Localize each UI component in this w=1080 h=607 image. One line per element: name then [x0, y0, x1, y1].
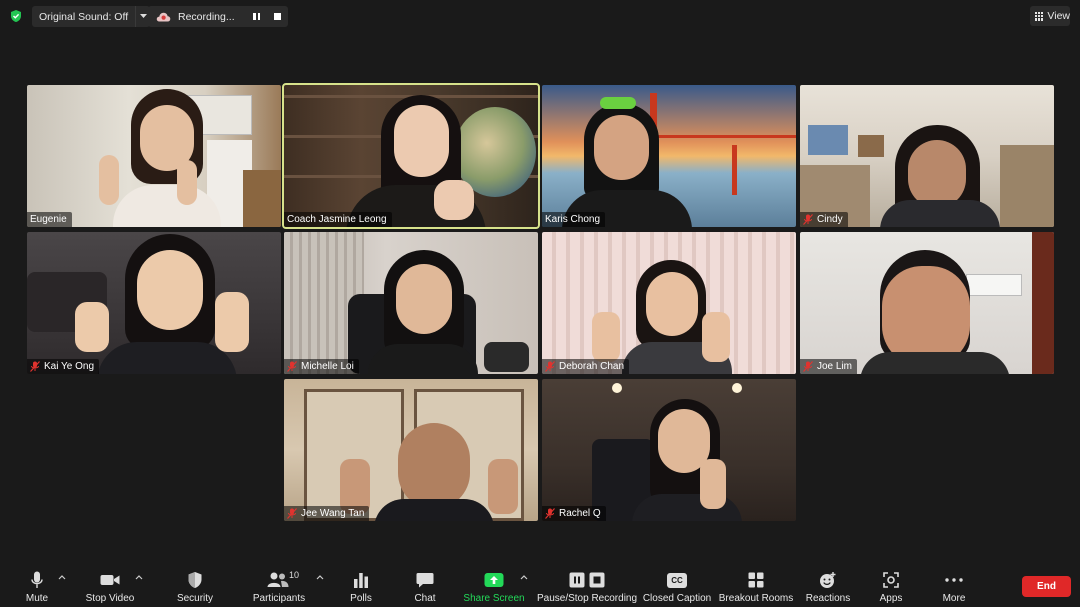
muted-mic-icon — [803, 214, 813, 225]
participant-name-tag: Jee Wang Tan — [284, 506, 370, 521]
smiley-icon — [820, 572, 836, 588]
video-camera-icon — [100, 575, 120, 585]
share-screen-button[interactable]: Share Screen — [463, 560, 525, 607]
pause-stop-recording-button[interactable]: Pause/Stop Recording — [537, 560, 637, 607]
video-tile[interactable]: Michelle Loi — [284, 232, 538, 374]
video-tile[interactable]: Karis Chong — [542, 85, 796, 227]
muted-mic-icon — [30, 361, 40, 372]
chevron-up-icon[interactable] — [520, 574, 528, 580]
participant-name-tag: Michelle Loi — [284, 359, 359, 374]
video-tile[interactable]: Cindy — [800, 85, 1054, 227]
shield-icon — [188, 572, 202, 588]
original-sound-button[interactable]: Original Sound: Off — [32, 6, 151, 27]
original-sound-label: Original Sound: Off — [39, 10, 129, 23]
video-tile-active-speaker[interactable]: Coach Jasmine Leong — [282, 83, 540, 229]
video-tile[interactable]: Jee Wang Tan — [284, 379, 538, 521]
video-tile[interactable]: Deborah Chan — [542, 232, 796, 374]
stop-video-button[interactable]: Stop Video — [84, 560, 136, 607]
shield-icon[interactable] — [9, 9, 23, 23]
participant-name-tag: Deborah Chan — [542, 359, 630, 374]
muted-mic-icon — [803, 361, 813, 372]
recording-indicator: Recording... — [148, 6, 288, 27]
security-button[interactable]: Security — [175, 560, 215, 607]
bar-chart-icon — [354, 573, 368, 588]
muted-mic-icon — [545, 361, 555, 372]
participants-count: 10 — [289, 570, 300, 580]
breakout-rooms-button[interactable]: Breakout Rooms — [719, 560, 793, 607]
apps-button[interactable]: Apps — [874, 560, 908, 607]
cloud-icon — [156, 12, 171, 21]
muted-mic-icon — [287, 508, 297, 519]
mute-button[interactable]: Mute — [20, 560, 54, 607]
participant-name-tag: Eugenie — [27, 212, 72, 227]
share-screen-icon — [484, 573, 504, 587]
chat-bubble-icon — [416, 573, 434, 588]
participant-name-tag: Rachel Q — [542, 506, 606, 521]
chevron-up-icon[interactable] — [135, 574, 143, 580]
microphone-icon — [31, 571, 43, 588]
apps-icon — [883, 572, 899, 588]
meeting-toolbar: Mute Stop Video Security 10 Participants… — [0, 560, 1080, 607]
participant-name-tag: Cindy — [800, 212, 848, 227]
participant-name-tag: Coach Jasmine Leong — [284, 212, 392, 227]
video-tile[interactable]: Eugenie — [27, 85, 281, 227]
stop-icon — [589, 572, 605, 588]
participant-name-tag: Karis Chong — [542, 212, 606, 227]
video-tile[interactable]: Rachel Q — [542, 379, 796, 521]
video-tile[interactable]: Joe Lim — [800, 232, 1054, 374]
pause-icon[interactable] — [253, 13, 260, 20]
end-meeting-button[interactable]: End — [1022, 576, 1071, 597]
muted-mic-icon — [545, 508, 555, 519]
view-label: View — [1047, 10, 1070, 22]
participant-name-tag: Joe Lim — [800, 359, 858, 374]
chat-button[interactable]: Chat — [410, 560, 440, 607]
more-dots-icon — [945, 578, 963, 582]
stop-icon[interactable] — [274, 13, 281, 20]
closed-caption-button[interactable]: CC Closed Caption — [643, 560, 711, 607]
video-tile[interactable]: Kai Ye Ong — [27, 232, 281, 374]
meeting-topbar: Original Sound: Off Recording... View — [0, 0, 1080, 32]
muted-mic-icon — [287, 361, 297, 372]
chevron-up-icon[interactable] — [58, 574, 66, 580]
reactions-button[interactable]: Reactions — [804, 560, 852, 607]
more-button[interactable]: More — [938, 560, 970, 607]
pause-icon — [569, 572, 585, 588]
closed-caption-icon: CC — [667, 572, 687, 588]
participant-name-tag: Kai Ye Ong — [27, 359, 100, 374]
grid-icon — [1035, 11, 1044, 21]
participants-button[interactable]: 10 Participants — [252, 560, 306, 607]
breakout-rooms-icon — [748, 572, 764, 588]
polls-button[interactable]: Polls — [346, 560, 376, 607]
view-button[interactable]: View — [1030, 6, 1070, 26]
recording-label: Recording... — [178, 10, 235, 23]
participants-icon — [267, 572, 289, 587]
chevron-up-icon[interactable] — [316, 574, 324, 580]
